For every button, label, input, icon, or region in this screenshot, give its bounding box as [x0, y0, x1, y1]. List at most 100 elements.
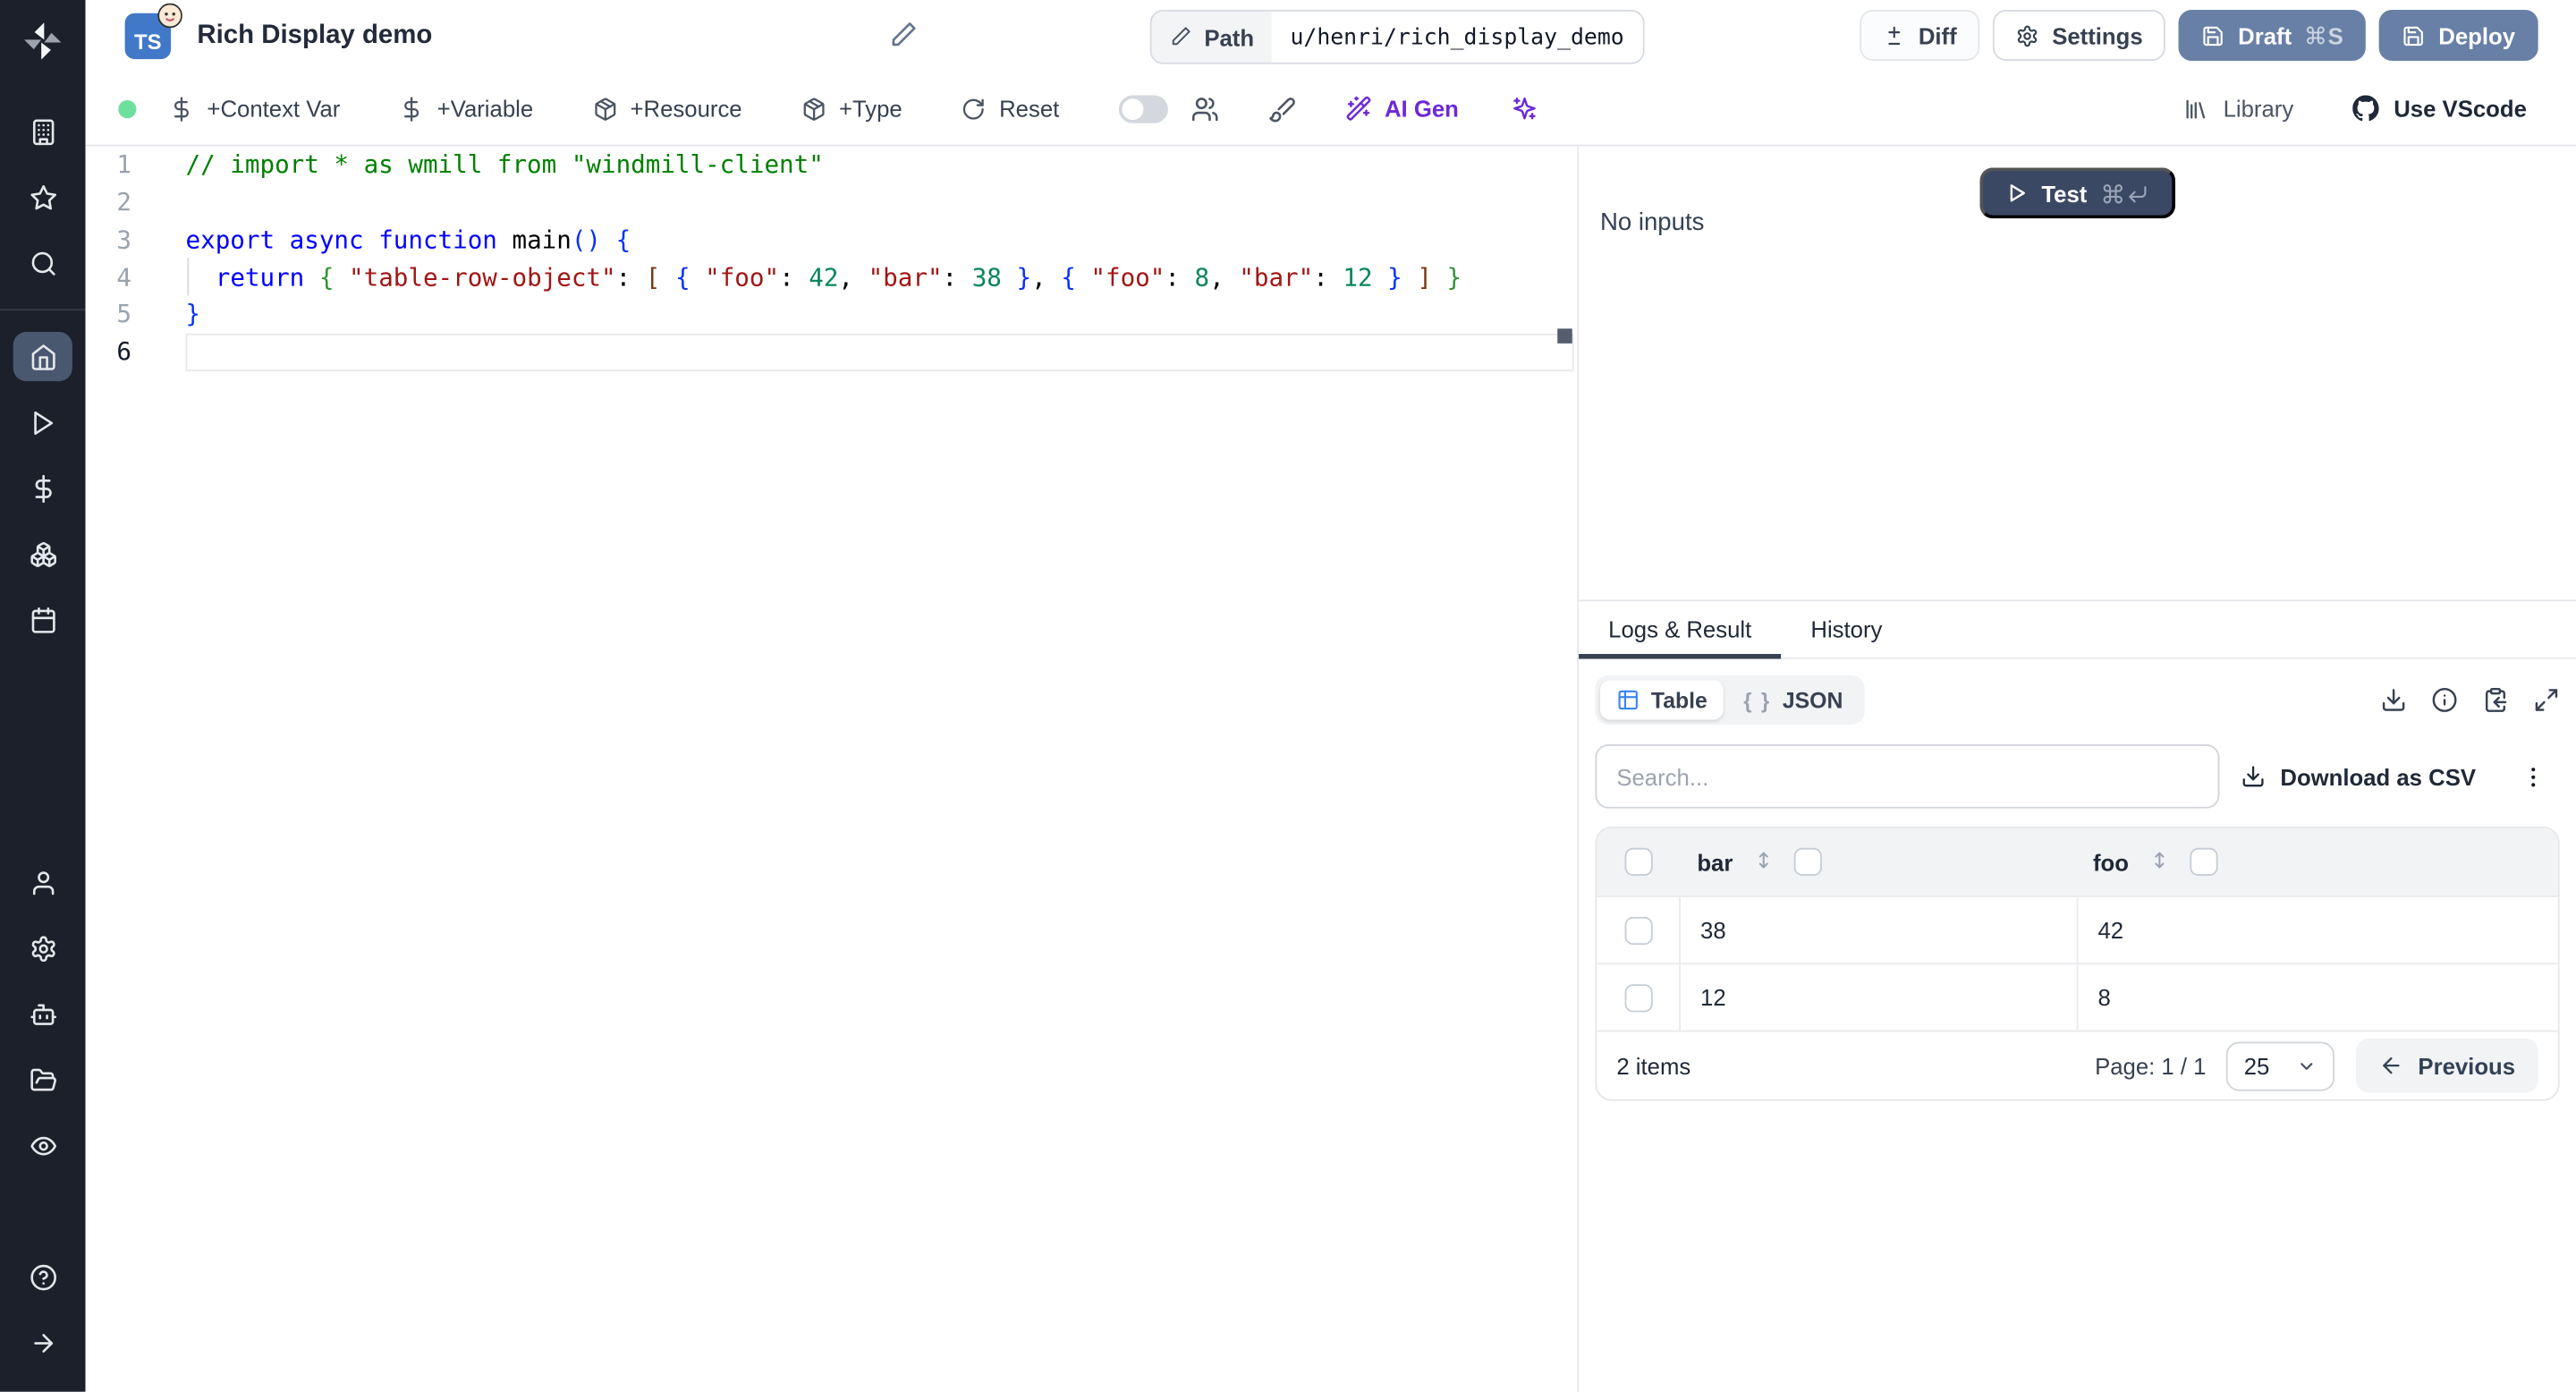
- boxes-icon: [29, 539, 56, 567]
- clipboard-copy-icon[interactable]: [2482, 687, 2508, 713]
- sidebar-item-user[interactable]: [13, 858, 72, 907]
- sidebar-item-bot[interactable]: [13, 989, 72, 1039]
- select-all-checkbox[interactable]: [1623, 847, 1652, 876]
- deploy-button[interactable]: Deploy: [2379, 10, 2538, 61]
- sidebar-item-search[interactable]: [13, 238, 72, 287]
- tab-history[interactable]: History: [1781, 601, 1911, 657]
- table-row: 12 8: [1597, 963, 2558, 1031]
- draft-shortcut: S: [2305, 22, 2343, 48]
- view-option-table[interactable]: Table: [1599, 680, 1724, 720]
- code-line-4[interactable]: 4 return { "table-row-object": [ { "foo"…: [86, 259, 1578, 296]
- sort-icon[interactable]: [1752, 850, 1774, 875]
- ai-gen-button[interactable]: AI Gen: [1345, 96, 1459, 122]
- multiplayer-toggle[interactable]: [1118, 94, 1168, 123]
- cell-foo: 8: [2097, 984, 2111, 1011]
- maximize-icon[interactable]: [2533, 687, 2559, 713]
- draft-button[interactable]: Draft S: [2179, 10, 2367, 61]
- toolbar-contextvar-button[interactable]: +Context Var: [169, 96, 340, 122]
- sidebar-item-eye[interactable]: [13, 1121, 72, 1170]
- format-brush-icon[interactable]: [1268, 95, 1296, 123]
- play-icon: [2005, 182, 2027, 204]
- more-options-kebab-icon[interactable]: [2521, 763, 2546, 789]
- scrollbar-marker[interactable]: [1557, 328, 1572, 344]
- bot-icon: [29, 1000, 56, 1028]
- view-option-json[interactable]: { } JSON: [1727, 680, 1860, 719]
- items-count: 2 items: [1616, 1052, 1691, 1079]
- test-button[interactable]: Test: [1979, 167, 2176, 219]
- sidebar-item-dollar[interactable]: [13, 463, 72, 513]
- braces-icon: { }: [1743, 687, 1771, 713]
- sidebar-item-play[interactable]: [13, 397, 72, 446]
- download-csv-button[interactable]: Download as CSV: [2241, 763, 2476, 790]
- run-result-panel: Test No inputs Logs & Result History Tab…: [1579, 146, 2576, 1392]
- eye-icon: [29, 1132, 56, 1159]
- path-value: u/henri/rich_display_demo: [1272, 11, 1642, 63]
- column-header-foo: foo: [2092, 848, 2129, 876]
- use-vscode-button[interactable]: Use VScode: [2352, 95, 2527, 122]
- cell-bar: 38: [1700, 916, 1726, 944]
- folder-open-icon: [29, 1065, 56, 1093]
- toolbar-resource-button[interactable]: +Resource: [592, 96, 742, 122]
- info-icon[interactable]: [2431, 687, 2457, 713]
- path-field[interactable]: Path u/henri/rich_display_demo: [1149, 10, 1644, 64]
- sidebar-item-calendar[interactable]: [13, 595, 72, 644]
- code-line-5[interactable]: 5}: [86, 296, 1578, 334]
- users-icon[interactable]: [1191, 95, 1218, 123]
- toolbar-type-button[interactable]: +Type: [801, 96, 902, 122]
- no-inputs-label: No inputs: [1599, 208, 1705, 237]
- line-number: 6: [116, 336, 131, 367]
- code-text: export async function main() {: [185, 225, 631, 255]
- dollar-icon: [169, 96, 194, 121]
- cell-foo: 42: [2097, 916, 2124, 944]
- sidebar-item-folder-open[interactable]: [13, 1055, 72, 1104]
- column-header-bar: bar: [1697, 848, 1733, 876]
- result-table: bar foo 38 42 12 8 2 items Page: 1 / 1 2…: [1595, 826, 2560, 1101]
- chevron-down-icon: [2296, 1056, 2316, 1075]
- column-select-checkbox[interactable]: [1793, 847, 1822, 876]
- top-header: TS Rich Display demo Path u/henri/rich_d…: [85, 0, 2576, 72]
- sidebar-item-star[interactable]: [13, 173, 72, 222]
- search-input[interactable]: [1595, 744, 2220, 809]
- row-checkbox[interactable]: [1623, 915, 1652, 945]
- sort-icon[interactable]: [2148, 850, 2170, 875]
- code-text: }: [185, 299, 201, 330]
- toolbar-variable-button[interactable]: +Variable: [399, 96, 533, 122]
- page-indicator: Page: 1 / 1: [2095, 1052, 2207, 1079]
- view-toggle: Table { } JSON: [1595, 675, 1865, 725]
- windmill-logo-icon[interactable]: [21, 20, 64, 63]
- magic-wand-icon: [1345, 96, 1371, 122]
- settings-button[interactable]: Settings: [1993, 10, 2166, 61]
- save-icon: [2402, 24, 2426, 47]
- code-line-2[interactable]: 2: [86, 183, 1578, 221]
- edit-summary-pencil-icon[interactable]: [889, 21, 917, 49]
- sidebar-item-boxes[interactable]: [13, 529, 72, 578]
- code-text: // import * as wmill from "windmill-clie…: [185, 149, 824, 180]
- download-icon[interactable]: [2380, 687, 2406, 713]
- diff-button[interactable]: Diff: [1859, 10, 1980, 61]
- reset-icon: [962, 96, 987, 121]
- row-checkbox[interactable]: [1623, 983, 1652, 1012]
- sidebar-item-home[interactable]: [13, 332, 72, 382]
- library-button[interactable]: Library: [2184, 96, 2293, 122]
- previous-page-button[interactable]: Previous: [2355, 1038, 2538, 1093]
- download-icon: [2241, 764, 2266, 789]
- sidebar-item-help[interactable]: [13, 1252, 72, 1302]
- library-icon: [2184, 96, 2209, 121]
- line-number: 2: [116, 187, 131, 217]
- sidebar-item-building[interactable]: [13, 106, 72, 156]
- column-select-checkbox[interactable]: [2189, 847, 2218, 876]
- sidebar-item-settings[interactable]: [13, 923, 72, 972]
- path-label: Path: [1204, 23, 1255, 51]
- page-title: Rich Display demo: [197, 21, 433, 50]
- tab-logs-result[interactable]: Logs & Result: [1579, 601, 1782, 659]
- code-editor[interactable]: 1 // import * as wmill from "windmill-cli…: [85, 146, 1580, 1392]
- page-size-select[interactable]: 25: [2225, 1040, 2334, 1091]
- code-line-6[interactable]: 6: [86, 333, 1578, 370]
- run-area: Test No inputs: [1579, 146, 2576, 602]
- code-line-3[interactable]: 3 export async function main() {: [86, 221, 1578, 259]
- sidebar-item-arrow-right[interactable]: [13, 1318, 72, 1367]
- sparkles-icon[interactable]: [1512, 96, 1538, 122]
- toolbar-reset-button[interactable]: Reset: [962, 96, 1059, 122]
- code-line-1[interactable]: 1 // import * as wmill from "windmill-cli…: [86, 146, 1578, 183]
- line-number: 3: [116, 225, 131, 255]
